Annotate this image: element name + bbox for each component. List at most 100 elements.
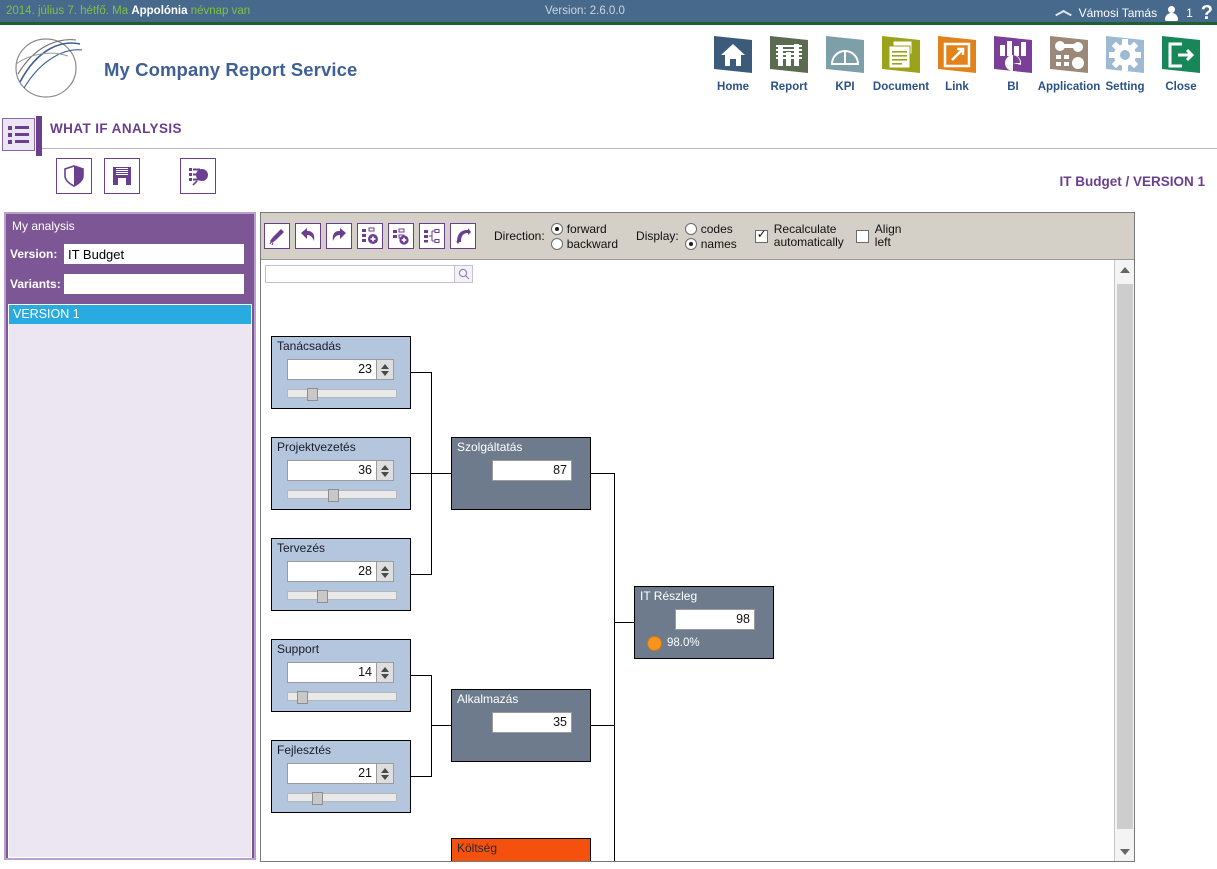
session-count: 1 [1186,5,1193,20]
module-divider [42,148,1217,149]
node-koltseg[interactable]: Költség 24 [451,838,591,861]
nav-kpi[interactable]: KPI [817,33,873,93]
what-if-work-area: Direction: forward backward Display: cod… [260,212,1135,862]
link-icon [935,33,979,77]
magnifier-icon[interactable] [454,266,472,282]
node-slider[interactable] [287,388,397,401]
add-subnode-button[interactable] [388,223,414,249]
nav-close[interactable]: Close [1153,33,1209,93]
nameday-name: Appolónia [131,5,188,17]
diagram-toolbar-buttons [264,223,476,249]
module-accent-bar [36,116,42,156]
nav-application[interactable]: Application [1038,33,1100,93]
company-logo [10,34,86,102]
node-value[interactable]: 35 [492,712,572,733]
align-left-checkbox[interactable] [855,229,869,243]
version-row: Version: [10,244,244,264]
redo-button[interactable] [326,223,352,249]
radio-dot-codes [684,222,697,235]
recalculate-group[interactable]: Recalculate automatically [754,223,844,249]
radio-dot-names [684,237,697,250]
refresh-button[interactable] [450,223,476,249]
nav-report-label: Report [770,81,808,93]
radio-display-names[interactable]: names [684,237,737,251]
nav-link[interactable]: Link [929,33,985,93]
node-spinner[interactable] [377,662,394,683]
clear-button[interactable] [264,223,290,249]
radio-display-codes[interactable]: codes [684,222,737,236]
radio-label-forward: forward [566,221,607,236]
node-alkalmazas[interactable]: Alkalmazás 35 [451,689,591,762]
node-slider[interactable] [287,489,397,502]
recalculate-checkbox[interactable] [754,228,768,243]
save-button[interactable] [104,158,140,194]
nav-setting-label: Setting [1105,81,1145,93]
node-fejlesztes[interactable]: Fejlesztés 21 [271,740,411,813]
node-spinner[interactable] [377,561,394,582]
nav-bi-label: BI [1007,81,1019,93]
help-icon[interactable]: ? [1201,3,1213,23]
my-analysis-panel: My analysis Version: Variants: VERSION 1 [4,212,256,860]
connector [431,725,451,726]
nav-home[interactable]: Home [705,33,761,93]
security-shield-button[interactable] [56,158,92,194]
radio-direction-forward[interactable]: forward [550,221,618,236]
direction-label: Direction: [494,229,545,243]
variants-input[interactable] [64,274,244,294]
display-label: Display: [636,229,679,243]
scroll-down-button[interactable] [1115,842,1134,861]
node-support[interactable]: Support 14 [271,639,411,712]
variants-row: Variants: [10,274,244,294]
node-spinner[interactable] [377,763,394,784]
list-menu-icon[interactable] [2,118,35,151]
node-value[interactable]: 28 [287,561,377,582]
analysis-search-button[interactable] [180,158,216,194]
node-spinner[interactable] [377,460,394,481]
document-icon [879,33,923,77]
node-it-reszleg[interactable]: IT Részleg 98 98.0% [634,586,774,659]
nav-home-label: Home [717,81,749,93]
node-spinner[interactable] [377,359,394,380]
nameday-banner: 2014. július 7. hétfő. Ma Appolónia névn… [6,5,250,17]
user-icon[interactable] [1164,5,1179,21]
nav-report[interactable]: Report [761,33,817,93]
list-item-version-1[interactable]: VERSION 1 [9,305,251,324]
search-input[interactable] [266,266,454,282]
node-tanacsadas[interactable]: Tanácsadás 23 [271,336,411,409]
module-title: WHAT IF ANALYSIS [50,121,182,136]
undo-button[interactable] [295,223,321,249]
scroll-up-button[interactable] [1115,260,1134,279]
node-projektvezetes[interactable]: Projektvezetés 36 [271,437,411,510]
radio-dot-backward [550,237,563,250]
version-input[interactable] [64,244,244,264]
expand-tree-button[interactable] [419,223,445,249]
node-value[interactable]: 14 [287,662,377,683]
node-value[interactable]: 23 [287,359,377,380]
node-szolgaltatas[interactable]: Szolgáltatás 87 [451,437,591,510]
radio-direction-backward[interactable]: backward [550,236,619,251]
node-value[interactable]: 87 [492,460,572,481]
node-slider[interactable] [287,792,397,805]
add-node-button[interactable] [357,223,383,249]
node-tervezes[interactable]: Tervezés 28 [271,538,411,611]
node-title: Tanácsadás [277,339,342,353]
topbar-user-area: Vámosi Tamás 1 ? [1055,0,1213,25]
nav-setting[interactable]: Setting [1097,33,1153,93]
canvas-vertical-scrollbar[interactable] [1114,260,1134,861]
nav-document[interactable]: Document [873,33,929,93]
radio-label-backward: backward [566,236,619,251]
align-left-group[interactable]: Align left [855,223,901,249]
diagram-canvas[interactable]: Tanácsadás 23 Projektvezetés 36 Tervezés… [261,260,1134,861]
diagram-toolbar: Direction: forward backward Display: cod… [261,213,1134,260]
scroll-thumb[interactable] [1117,284,1133,829]
node-value[interactable]: 36 [287,460,377,481]
node-value[interactable]: 98 [675,609,755,630]
chevron-up-icon[interactable] [1055,8,1072,17]
connector [614,622,634,623]
node-slider[interactable] [287,691,397,704]
node-value[interactable]: 21 [287,763,377,784]
nav-bi[interactable]: BI [985,33,1041,93]
node-slider[interactable] [287,590,397,603]
nav-kpi-label: KPI [835,81,855,93]
nav-link-label: Link [945,81,969,93]
